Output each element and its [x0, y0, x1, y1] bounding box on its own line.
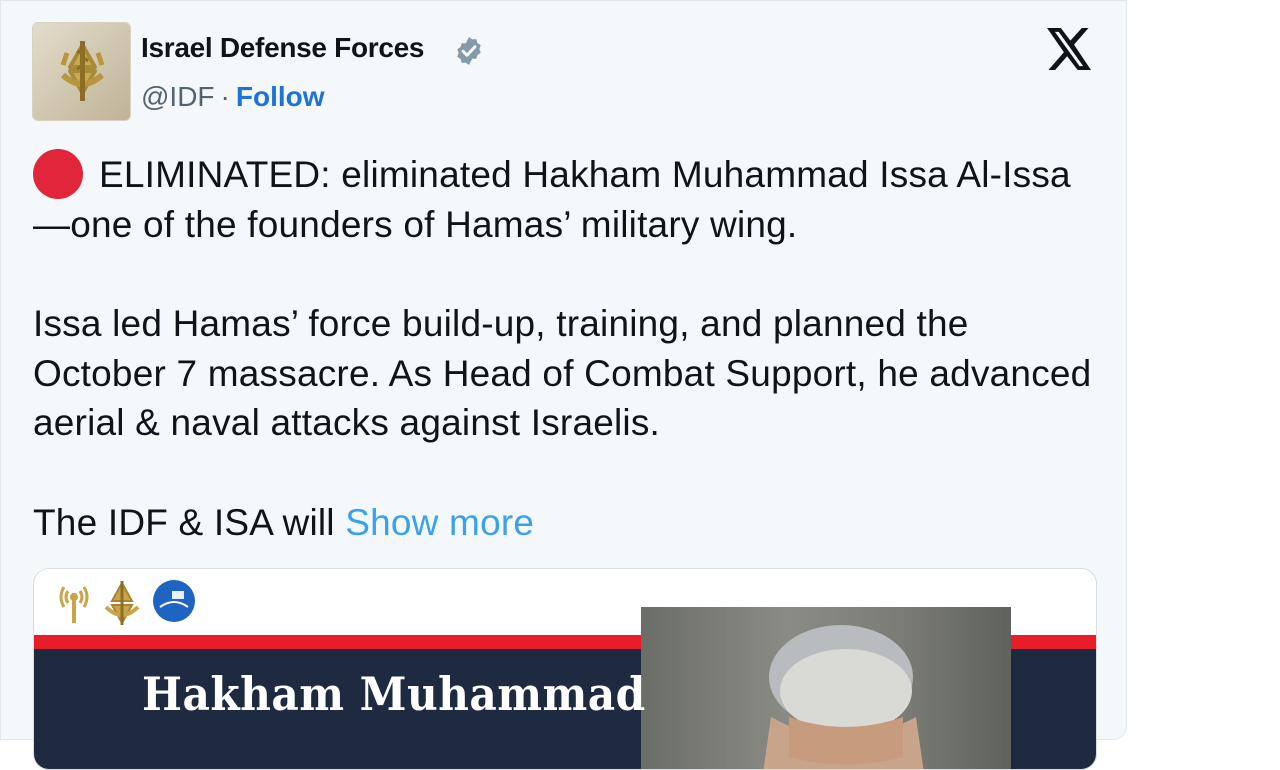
author-handle[interactable]: @IDF: [141, 81, 215, 112]
paragraph-1-text: ELIMINATED: eliminated Hakham Muhammad I…: [33, 154, 1071, 245]
portrait-figure: [763, 625, 924, 769]
tweet-body: ELIMINATED: eliminated Hakham Muhammad I…: [33, 149, 1093, 547]
isa-logo-icon: [153, 580, 195, 622]
x-logo-icon[interactable]: [1047, 28, 1093, 70]
paragraph-3: The IDF & ISA will Show more: [33, 498, 1093, 548]
portrait-photo: [641, 607, 1011, 769]
paragraph-2: Issa led Hamas’ force build-up, training…: [33, 303, 1092, 443]
follow-button[interactable]: Follow: [236, 81, 325, 112]
idf-emblem-icon: [104, 580, 140, 626]
separator: ·: [220, 81, 230, 112]
paragraph-3-text: The IDF & ISA will: [33, 501, 335, 543]
red-circle-icon: [33, 149, 83, 199]
tweet-card: Israel Defense Forces @IDF · Follow ELIMIN…: [0, 0, 1127, 770]
poster-headline: Hakham Muhammad: [142, 667, 646, 721]
author-avatar[interactable]: [32, 22, 131, 121]
idf-emblem-icon: [60, 41, 105, 101]
tweet-media-image[interactable]: Hakham Muhammad: [33, 568, 1097, 770]
paragraph-1: ELIMINATED: eliminated Hakham Muhammad I…: [33, 149, 1093, 249]
antenna-logo-icon: [59, 586, 89, 623]
author-handle-row: @IDF · Follow: [141, 81, 325, 113]
verified-badge-icon: [457, 37, 481, 65]
author-name[interactable]: Israel Defense Forces: [141, 32, 425, 64]
show-more-link[interactable]: Show more: [345, 502, 534, 543]
